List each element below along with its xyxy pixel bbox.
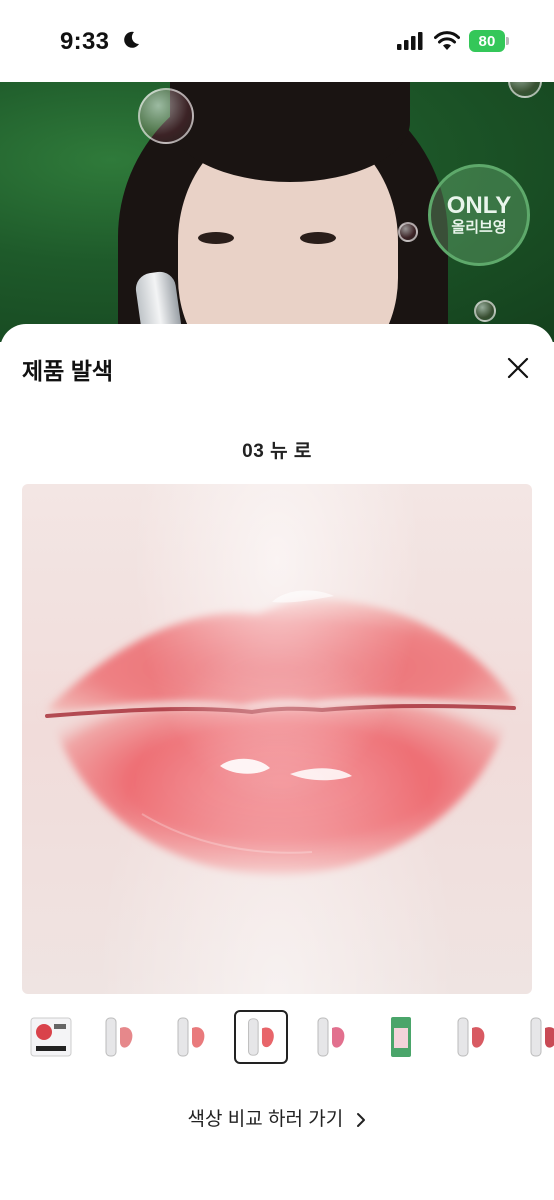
lip-tint-tube-icon <box>177 1017 205 1057</box>
status-time: 9:33 <box>60 28 110 55</box>
thumbnail-shade-selected[interactable] <box>234 1010 288 1064</box>
thumbnail-shade[interactable] <box>164 1010 218 1064</box>
bubble-decoration <box>508 82 542 98</box>
battery-indicator: 80 <box>469 30 505 52</box>
thumbnail-shade[interactable] <box>514 1010 554 1064</box>
lip-tint-tube-icon <box>457 1017 485 1057</box>
bubble-decoration <box>398 222 418 242</box>
thumbnail-package[interactable] <box>24 1010 78 1064</box>
status-bar: 9:33 80 <box>0 0 554 82</box>
badge-store-text: 올리브영 <box>451 219 507 236</box>
only-oliveyoung-badge: ONLY 올리브영 <box>428 164 530 266</box>
product-banner-image: ONLY 올리브영 <box>0 82 554 342</box>
shade-name: 03 뉴 로 <box>242 441 312 462</box>
bubble-decoration <box>138 88 194 144</box>
wifi-icon <box>434 31 460 50</box>
badge-only-text: ONLY <box>446 192 512 219</box>
cellular-signal-icon <box>397 32 423 50</box>
close-button[interactable] <box>500 350 536 386</box>
thumbnail-box[interactable] <box>374 1010 428 1064</box>
lip-swatch-image <box>22 484 532 994</box>
thumbnail-shade[interactable] <box>444 1010 498 1064</box>
sheet-title: 제품 발색 <box>22 358 114 384</box>
product-box-icon <box>391 1017 411 1057</box>
thumbnail-shade[interactable] <box>92 1010 146 1064</box>
chevron-right-icon <box>357 1112 366 1127</box>
battery-nub <box>506 37 509 45</box>
close-icon <box>507 357 529 379</box>
thumbnail-shade[interactable] <box>304 1010 358 1064</box>
lip-tint-tube-icon <box>248 1018 274 1056</box>
color-swatch-sheet: 제품 발색 03 뉴 로 색상 비교 하러 가기 <box>0 324 554 1200</box>
compare-shades-link[interactable]: 색상 비교 하러 가기 <box>0 1104 554 1131</box>
package-thumbnail-icon <box>30 1017 72 1057</box>
bubble-decoration <box>474 300 496 322</box>
shade-thumbnail-strip <box>0 1010 554 1066</box>
lip-tint-tube-icon <box>105 1017 133 1057</box>
moon-icon <box>124 31 139 48</box>
lip-tint-tube-icon <box>530 1017 554 1057</box>
lip-tint-tube-icon <box>317 1017 345 1057</box>
battery-level: 80 <box>478 32 496 50</box>
compare-shades-label: 색상 비교 하러 가기 <box>187 1109 344 1130</box>
